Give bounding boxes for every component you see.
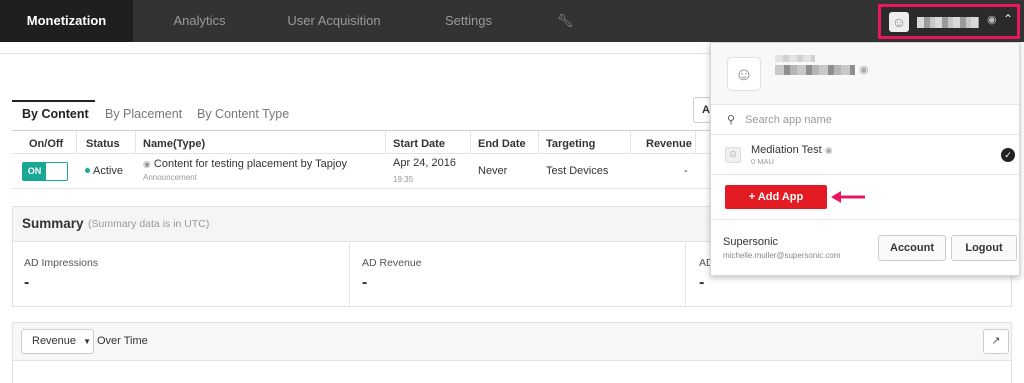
metric-label-ad-revenue: AD Revenue: [362, 257, 422, 269]
row-divider: [12, 188, 712, 189]
divider: [0, 53, 710, 54]
app-mau: 0 MAU: [751, 157, 774, 166]
tab-settings[interactable]: Settings: [402, 0, 535, 42]
toggle-on-label: ON: [23, 163, 46, 180]
col-divider: [470, 131, 471, 153]
summary-note: (Summary data is in UTC): [88, 218, 210, 230]
header-targeting: Targeting: [546, 138, 596, 150]
subtab-by-content[interactable]: By Content: [22, 107, 89, 121]
name-cell[interactable]: ◉ Content for testing placement by Tapjo…: [143, 158, 347, 170]
col-divider: [76, 131, 77, 153]
over-time-label: Over Time: [97, 335, 148, 347]
caret-down-icon: ▼: [83, 337, 92, 346]
android-icon: ◉: [143, 159, 151, 169]
start-date: Apr 24, 2016: [393, 157, 456, 169]
active-subtab-underline: [12, 100, 95, 102]
metric-divider: [685, 243, 686, 307]
app-name: Mediation Test ◉: [751, 144, 833, 156]
status-cell: Active: [85, 165, 123, 177]
android-icon: ◉: [859, 64, 869, 76]
targeting: Test Devices: [546, 165, 609, 177]
tab-user-acquisition[interactable]: User Acquisition: [266, 0, 402, 42]
smiley-icon: ☺︎: [725, 147, 741, 163]
search-input[interactable]: [745, 109, 1005, 131]
col-divider: [695, 131, 696, 153]
on-off-toggle[interactable]: ON: [22, 162, 68, 181]
subtab-by-placement[interactable]: By Placement: [105, 107, 182, 121]
metric-value-ad-impressions: -: [24, 274, 30, 291]
check-icon: ✓: [1001, 148, 1015, 162]
content-name[interactable]: Content for testing placement by Tapjoy: [154, 158, 347, 170]
active-status-dot: [85, 168, 90, 173]
metric-divider: [349, 243, 350, 307]
col-divider: [538, 131, 539, 153]
start-time: 19:35: [393, 175, 414, 184]
blurred-app-label: [775, 55, 815, 62]
app-selector-button[interactable]: ☺︎ ◉ ⌃: [878, 4, 1020, 39]
header-row-divider: [12, 153, 712, 154]
metric-value-ad-third: -: [699, 274, 705, 291]
app-search: ⚲︎: [711, 105, 1019, 135]
tab-monetization[interactable]: Monetization: [0, 0, 133, 42]
chevron-up-icon: ⌃: [1003, 12, 1014, 26]
android-icon: ◉: [987, 14, 997, 26]
table-top-border: [12, 130, 712, 131]
app-list-item[interactable]: ☺︎ Mediation Test ◉ 0 MAU ✓: [711, 135, 1019, 175]
over-time-header: Revenue ▼ Over Time ↗: [13, 323, 1011, 361]
header-start-date: Start Date: [393, 138, 445, 150]
header-on-off: On/Off: [29, 138, 64, 150]
end-date: Never: [478, 165, 508, 177]
search-icon: ⚲︎: [727, 114, 736, 126]
tab-analytics[interactable]: Analytics: [133, 0, 266, 42]
header-end-date: End Date: [478, 138, 526, 150]
smiley-icon: ☺︎: [727, 57, 761, 91]
col-divider: [135, 131, 136, 153]
wrench-icon[interactable]: 🔧︎: [535, 0, 595, 42]
share-button[interactable]: ↗: [983, 329, 1009, 354]
metric-label-ad-impressions: AD Impressions: [24, 257, 99, 269]
android-icon: ◉: [824, 145, 833, 155]
app-dropdown-panel: ☺︎ ◉ ⚲︎ ☺︎ Mediation Test ◉ 0 MAU ✓ + Ad…: [710, 42, 1020, 276]
top-nav: Monetization Analytics User Acquisition …: [0, 0, 1024, 42]
status-text: Active: [93, 165, 123, 177]
share-icon: ↗: [991, 335, 1001, 347]
metric-dropdown-value: Revenue: [32, 335, 77, 347]
organization-name: Supersonic: [723, 236, 779, 248]
header-name-type: Name(Type): [143, 138, 206, 150]
over-time-panel: Revenue ▼ Over Time ↗: [12, 322, 1012, 383]
metric-dropdown[interactable]: Revenue ▼: [21, 329, 94, 354]
add-app-button[interactable]: + Add App: [725, 185, 827, 209]
header-status: Status: [86, 138, 120, 150]
panel-divider: [711, 219, 1019, 220]
content-type: Announcement: [143, 173, 197, 182]
metric-value-ad-revenue: -: [362, 274, 368, 291]
col-divider: [385, 131, 386, 153]
blurred-app-name: [917, 17, 979, 28]
user-email: michelle.muller@supersonic.com: [723, 251, 841, 260]
blurred-app-name: [775, 65, 855, 75]
subtab-by-content-type[interactable]: By Content Type: [197, 107, 289, 121]
arrow-left-icon: [831, 191, 865, 203]
header-revenue: Revenue: [646, 138, 692, 150]
revenue-value: -: [684, 165, 688, 177]
smiley-icon: ☺︎: [889, 12, 909, 32]
summary-title: Summary: [22, 216, 84, 231]
logout-button[interactable]: Logout: [951, 235, 1017, 261]
current-app-header: ☺︎ ◉: [711, 43, 1019, 105]
col-divider: [630, 131, 631, 153]
account-button[interactable]: Account: [878, 235, 946, 261]
